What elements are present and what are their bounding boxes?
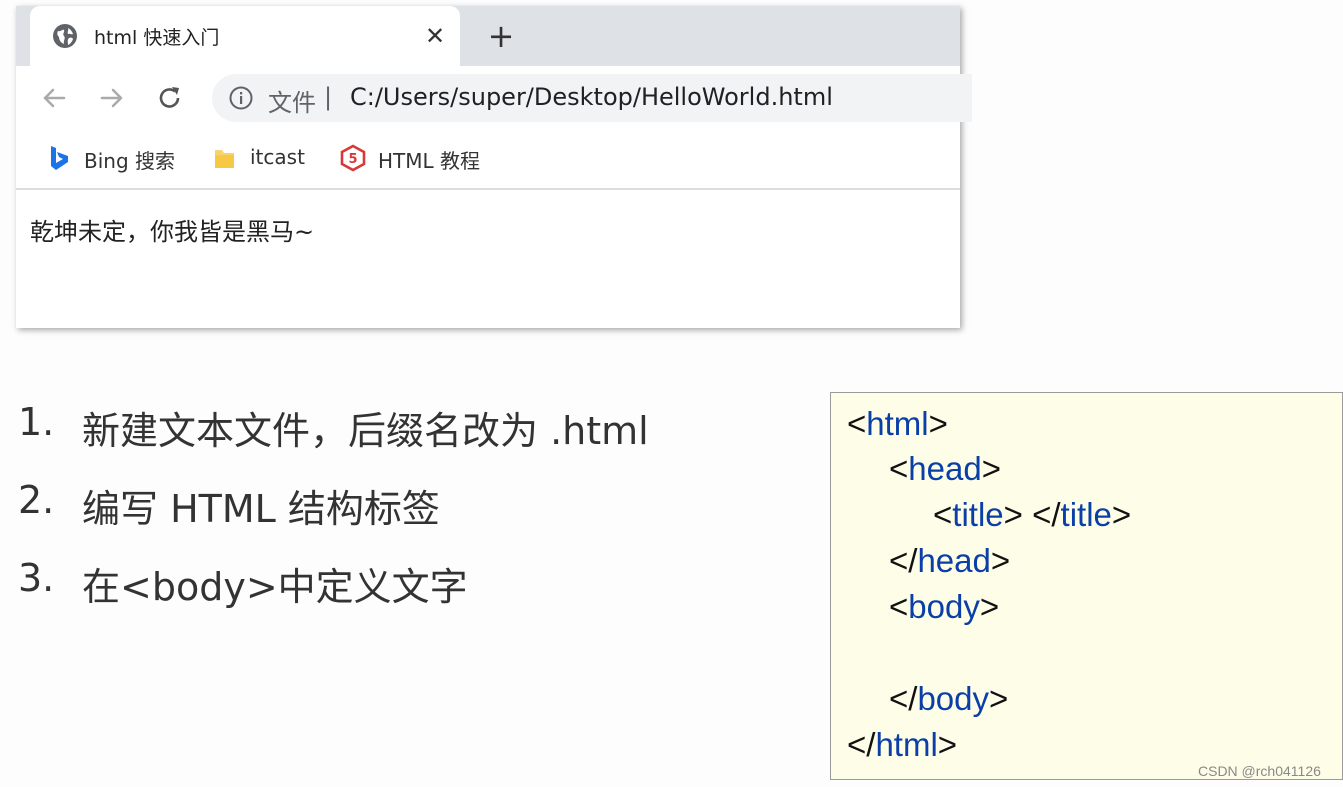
info-icon[interactable] xyxy=(228,85,254,111)
reload-icon[interactable] xyxy=(156,84,184,112)
code-line: <head> xyxy=(889,450,1001,488)
code-bracket: < xyxy=(889,588,909,625)
code-bracket: </ xyxy=(889,542,918,579)
code-line: <title> </title> xyxy=(933,496,1131,534)
tab-strip: html 快速入门 ✕ + xyxy=(16,6,960,66)
tab-title: html 快速入门 xyxy=(94,27,220,49)
forward-arrow-icon[interactable] xyxy=(98,84,126,112)
code-line: </body> xyxy=(889,680,1008,718)
code-tag: title xyxy=(952,496,1004,533)
code-bracket: < xyxy=(847,405,867,442)
svg-text:5: 5 xyxy=(348,152,357,167)
code-bracket: > xyxy=(1003,496,1033,533)
close-icon[interactable]: ✕ xyxy=(422,23,448,49)
folder-icon xyxy=(212,144,238,172)
code-tag: title xyxy=(1060,496,1112,533)
tab-active[interactable]: html 快速入门 ✕ xyxy=(30,6,460,66)
step-text: 编写 HTML 结构标签 xyxy=(82,487,440,531)
code-line: </html> xyxy=(847,726,957,764)
code-line: </head> xyxy=(889,542,1010,580)
url-text[interactable]: C:/Users/super/Desktop/HelloWorld.html xyxy=(350,83,833,111)
step-number: 2. xyxy=(18,478,55,522)
step-text: 新建文本文件，后缀名改为 .html xyxy=(82,409,649,453)
bookmark-label: Bing 搜索 xyxy=(84,149,176,173)
code-tag: head xyxy=(908,450,982,487)
address-separator: | xyxy=(324,83,333,111)
bookmark-label: HTML 教程 xyxy=(378,149,481,173)
code-bracket: > xyxy=(937,726,958,763)
code-bracket: > xyxy=(979,588,1000,625)
code-bracket: </ xyxy=(889,680,918,717)
browser-window: html 快速入门 ✕ + 文件 | C:/Users/super/Deskto… xyxy=(16,6,972,328)
code-bracket: < xyxy=(889,450,909,487)
code-line: <html> xyxy=(847,405,948,443)
step-text: 在<body>中定义文字 xyxy=(82,565,468,609)
page-viewport: 乾坤未定，你我皆是黑马~ xyxy=(16,190,960,328)
code-tag: head xyxy=(917,542,991,579)
step-number: 3. xyxy=(18,556,55,600)
code-tag: html xyxy=(875,726,938,763)
code-bracket: > xyxy=(989,680,1009,717)
code-bracket: > xyxy=(1111,496,1132,533)
code-example-box: <html> <head> <title> </title> </head> <… xyxy=(830,392,1343,780)
globe-icon xyxy=(52,23,78,49)
watermark: CSDN @rch041126 xyxy=(1198,763,1321,779)
code-tag: html xyxy=(866,405,929,442)
html5-icon: 5 xyxy=(340,144,366,172)
code-bracket: </ xyxy=(847,726,876,763)
code-bracket: </ xyxy=(1032,496,1061,533)
bing-icon xyxy=(46,144,72,172)
toolbar: 文件 | C:/Users/super/Desktop/HelloWorld.h… xyxy=(16,66,972,130)
address-bar[interactable]: 文件 | C:/Users/super/Desktop/HelloWorld.h… xyxy=(212,74,972,122)
code-bracket: > xyxy=(981,450,1001,487)
code-bracket: > xyxy=(928,405,948,442)
code-tag: body xyxy=(908,588,980,625)
code-bracket: < xyxy=(933,496,953,533)
page-body-text: 乾坤未定，你我皆是黑马~ xyxy=(30,218,315,246)
step-number: 1. xyxy=(18,400,55,444)
bookmarks-bar: Bing 搜索 itcast 5 HTML 教程 xyxy=(16,130,960,190)
code-bracket: > xyxy=(990,542,1011,579)
back-arrow-icon[interactable] xyxy=(40,84,68,112)
new-tab-button[interactable]: + xyxy=(486,20,516,52)
code-tag: body xyxy=(917,680,990,717)
code-line: <body> xyxy=(889,588,999,626)
bookmark-label: itcast xyxy=(250,145,305,169)
scheme-label: 文件 xyxy=(268,89,316,117)
